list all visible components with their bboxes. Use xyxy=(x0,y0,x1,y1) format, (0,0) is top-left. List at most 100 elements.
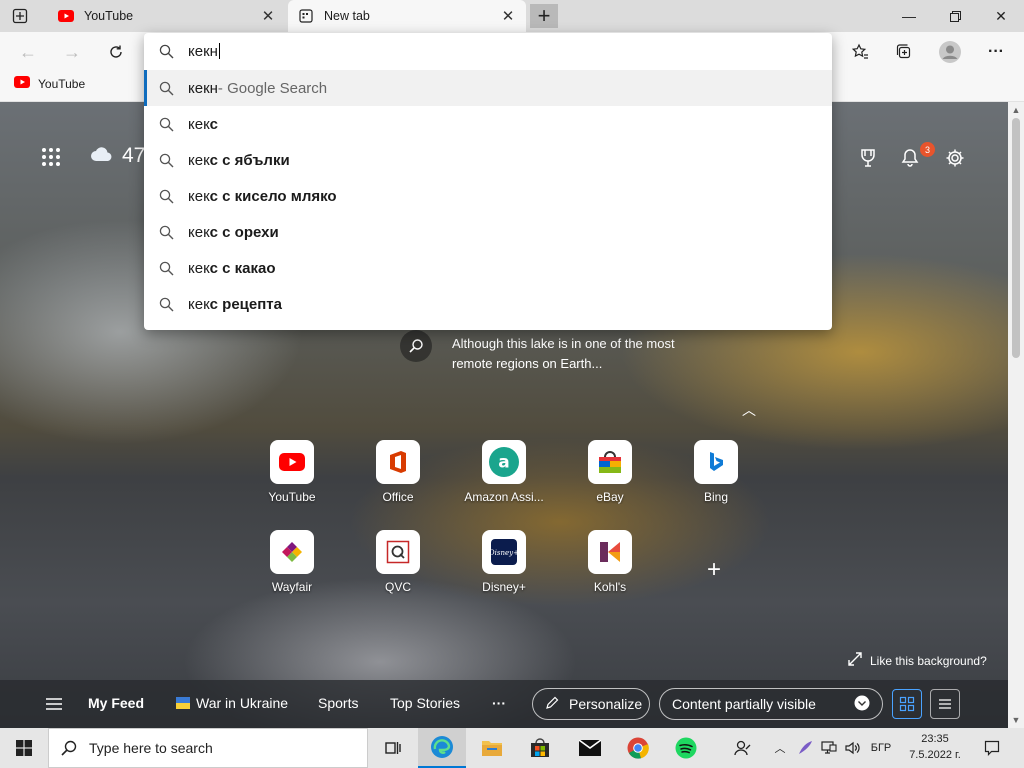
personalize-button[interactable]: Personalize xyxy=(532,688,650,720)
tile-label: YouTube xyxy=(268,490,316,504)
visual-search-icon[interactable] xyxy=(400,330,432,362)
scrollbar-thumb[interactable] xyxy=(1012,118,1020,358)
close-tab-icon[interactable]: ✕ xyxy=(500,7,516,25)
tab-newtab[interactable]: New tab ✕ xyxy=(288,0,526,32)
expand-icon xyxy=(848,652,862,669)
taskbar-search-placeholder: Type here to search xyxy=(89,740,213,756)
suggestion-prefix: кек xyxy=(188,115,210,133)
spotify-icon[interactable] xyxy=(662,728,710,768)
chrome-icon[interactable] xyxy=(614,728,662,768)
quick-link-bing[interactable]: Bing xyxy=(686,440,746,504)
suggestion-item[interactable]: кек с с кисело мляко xyxy=(144,178,832,214)
tab-actions-icon[interactable] xyxy=(12,8,28,24)
search-icon xyxy=(158,43,174,59)
amazon-assistant-logo-icon: a xyxy=(482,440,526,484)
refresh-icon[interactable] xyxy=(102,38,130,66)
tab-youtube[interactable]: YouTube ✕ xyxy=(48,0,286,32)
people-icon[interactable] xyxy=(728,728,758,768)
content-visibility-dropdown[interactable]: Content partially visible xyxy=(659,688,883,720)
notification-count-badge: 3 xyxy=(920,142,935,157)
search-icon xyxy=(158,296,174,312)
search-icon xyxy=(158,152,174,168)
suggestion-item[interactable]: кек с с ябълки xyxy=(144,142,832,178)
app-launcher-icon[interactable] xyxy=(40,146,62,168)
tile-label: Amazon Assi... xyxy=(464,490,544,504)
suggestion-item[interactable]: кекн - Google Search xyxy=(144,70,832,106)
suggestion-item[interactable]: кек с рецепта xyxy=(144,286,832,322)
mail-icon[interactable] xyxy=(566,728,614,768)
quick-link-qvc[interactable]: QVC xyxy=(368,530,428,594)
favorites-icon[interactable] xyxy=(846,38,874,66)
quick-link-wayfair[interactable]: Wayfair xyxy=(262,530,322,594)
quick-link-ebay[interactable]: eBay xyxy=(580,440,640,504)
quick-link-youtube[interactable]: YouTube xyxy=(262,440,322,504)
chevron-up-icon[interactable]: ︿ xyxy=(742,400,756,420)
file-explorer-icon[interactable] xyxy=(468,728,516,768)
show-hidden-icons-chevron-icon[interactable]: ︿ xyxy=(768,728,792,768)
forward-icon[interactable]: → xyxy=(58,38,86,66)
add-quick-link-icon[interactable]: + xyxy=(700,556,728,584)
office-logo-icon xyxy=(376,440,420,484)
feed-tab-my-feed[interactable]: My Feed xyxy=(88,695,144,711)
page-scrollbar[interactable]: ▲ ▼ xyxy=(1008,102,1024,728)
like-background-link[interactable]: Like this background? xyxy=(848,652,987,669)
settings-more-icon[interactable]: ··· xyxy=(982,38,1010,66)
rewards-icon[interactable] xyxy=(856,146,880,170)
youtube-favicon xyxy=(58,8,74,24)
weather-widget[interactable]: 47 xyxy=(90,144,145,168)
disney-plus-logo-icon: Disney+ xyxy=(482,530,526,574)
suggestion-prefix: кекн xyxy=(188,79,218,97)
edge-browser-icon[interactable] xyxy=(418,728,466,768)
volume-icon[interactable] xyxy=(842,728,864,768)
wayfair-logo-icon xyxy=(270,530,314,574)
system-clock[interactable]: 23:35 7.5.2022 г. xyxy=(900,731,970,763)
microsoft-store-icon[interactable] xyxy=(516,728,564,768)
action-center-icon[interactable] xyxy=(976,728,1008,768)
close-window-icon[interactable]: ✕ xyxy=(978,0,1024,32)
collections-icon[interactable] xyxy=(890,38,918,66)
feed-tab-sports[interactable]: Sports xyxy=(318,695,358,711)
close-tab-icon[interactable]: ✕ xyxy=(260,7,276,25)
suggestion-item[interactable]: кек с с орехи xyxy=(144,214,832,250)
quick-link-disney-plus[interactable]: Disney+ Disney+ xyxy=(474,530,534,594)
feed-tab-war-in-ukraine[interactable]: War in Ukraine xyxy=(176,695,288,711)
address-bar-dropdown: кекн кекн - Google Search кек с кек с с яб… xyxy=(144,33,832,330)
search-icon xyxy=(158,116,174,132)
profile-avatar[interactable] xyxy=(936,38,964,66)
background-caption[interactable]: Although this lake is in one of the most… xyxy=(452,334,722,374)
hamburger-menu-icon[interactable] xyxy=(44,694,64,714)
tile-label: Bing xyxy=(703,490,729,504)
suggestion-item[interactable]: кек с xyxy=(144,106,832,142)
address-bar-input[interactable]: кекн xyxy=(144,33,832,69)
network-icon[interactable] xyxy=(818,728,840,768)
task-view-icon[interactable] xyxy=(368,728,416,768)
feed-more-icon[interactable]: ··· xyxy=(492,695,506,711)
scroll-up-arrow-icon[interactable]: ▲ xyxy=(1008,102,1024,118)
feed-tab-top-stories[interactable]: Top Stories xyxy=(390,695,460,711)
suggestion-item[interactable]: кек с с какао xyxy=(144,250,832,286)
quick-link-office[interactable]: Office xyxy=(368,440,428,504)
quick-link-kohls[interactable]: Kohl's xyxy=(580,530,640,594)
clock-date: 7.5.2022 г. xyxy=(909,749,961,761)
tab-label: YouTube xyxy=(84,9,134,23)
list-view-icon[interactable] xyxy=(930,689,960,719)
input-language-indicator[interactable]: БГР xyxy=(866,728,896,768)
windows-start-icon[interactable] xyxy=(0,728,48,768)
scroll-down-arrow-icon[interactable]: ▼ xyxy=(1008,712,1024,728)
minimize-icon[interactable]: — xyxy=(886,0,932,32)
favorite-youtube[interactable]: YouTube xyxy=(14,76,85,92)
feather-tray-icon[interactable] xyxy=(794,728,816,768)
page-settings-gear-icon[interactable] xyxy=(943,146,967,170)
ebay-logo-icon xyxy=(588,440,632,484)
grid-view-icon[interactable] xyxy=(892,689,922,719)
new-tab-button[interactable]: + xyxy=(530,3,558,28)
tab-strip: YouTube ✕ New tab ✕ + — ✕ xyxy=(0,0,1024,32)
restore-icon[interactable] xyxy=(932,0,978,32)
quick-link-amazon-assistant[interactable]: a Amazon Assi... xyxy=(464,440,544,504)
tile-label: QVC xyxy=(384,580,411,594)
back-icon[interactable]: ← xyxy=(14,38,42,66)
taskbar-search-box[interactable]: Type here to search xyxy=(48,728,368,768)
tile-label: Wayfair xyxy=(271,580,313,594)
suggestion-prefix: кек xyxy=(188,295,210,313)
notifications-bell-icon[interactable] xyxy=(898,146,922,170)
